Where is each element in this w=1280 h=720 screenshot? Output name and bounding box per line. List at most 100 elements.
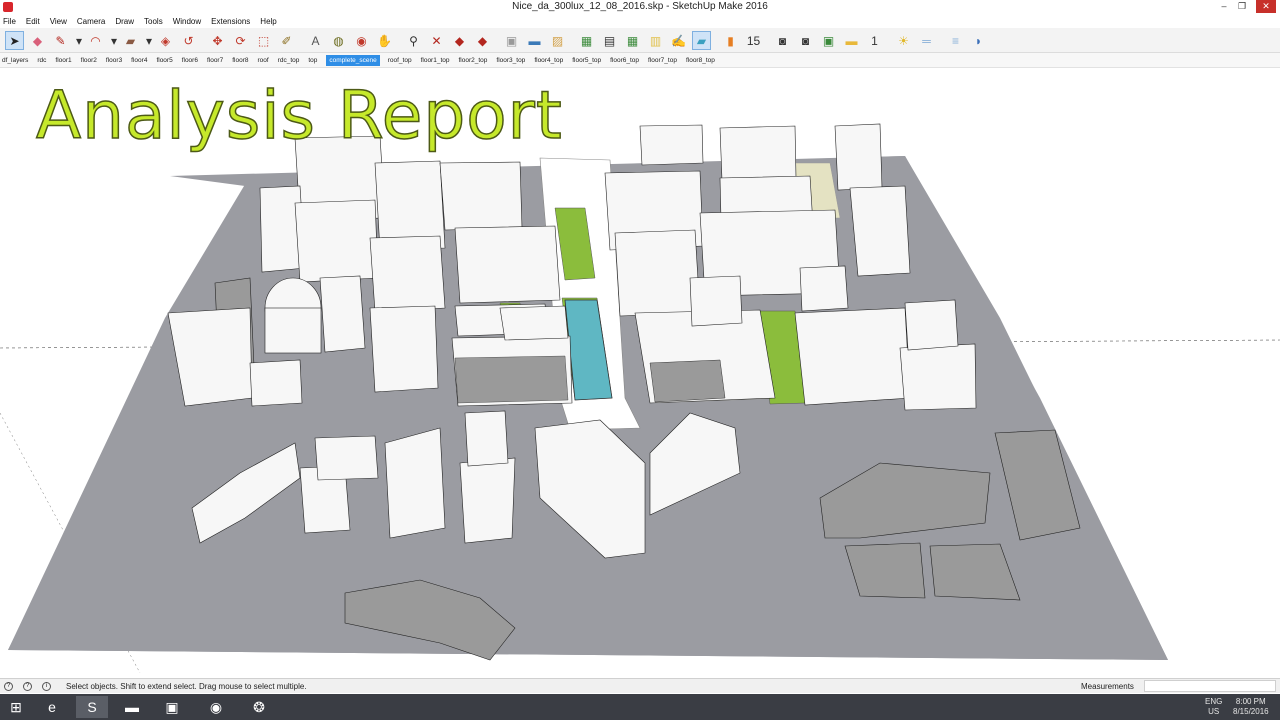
outliner-tool-icon[interactable]: ▦: [577, 31, 596, 50]
clock-time: 8:00 PM: [1235, 697, 1266, 706]
clock[interactable]: 8:00 PM 8/15/2016: [1233, 697, 1269, 717]
tag-tool-icon[interactable]: ◗: [969, 31, 988, 50]
orbit-tool-icon[interactable]: ◉: [352, 31, 371, 50]
menu-file[interactable]: File: [3, 17, 16, 26]
maximize-button[interactable]: ❐: [1233, 0, 1251, 13]
render-camera-tool-icon[interactable]: ◙: [796, 31, 815, 50]
arc-dropdown[interactable]: ▾: [109, 31, 119, 50]
grid-15-tool-icon[interactable]: 15: [744, 31, 763, 50]
region-code: US: [1208, 707, 1220, 716]
zoom-tool-icon[interactable]: ⚲: [404, 31, 423, 50]
scene-tab-floor3-top[interactable]: floor3_top: [496, 55, 525, 66]
title-bar: Nice_da_300lux_12_08_2016.skp - SketchUp…: [0, 0, 1280, 14]
scene-tab-floor2[interactable]: floor2: [81, 55, 97, 66]
scale-tool-icon[interactable]: ⬚: [254, 31, 273, 50]
scene-tab-floor6[interactable]: floor6: [182, 55, 198, 66]
scene-tab-rdc[interactable]: rdc: [37, 55, 46, 66]
scene-tab-top[interactable]: top: [308, 55, 317, 66]
layers-tool-icon[interactable]: ▤: [600, 31, 619, 50]
shadow-settings-tool-icon[interactable]: ▬: [525, 31, 544, 50]
credits-icon[interactable]: ?: [23, 682, 32, 691]
text-tool-icon[interactable]: A: [306, 31, 325, 50]
scene-tab-floor5[interactable]: floor5: [156, 55, 172, 66]
one-tool-icon[interactable]: 1: [865, 31, 884, 50]
internet-explorer-taskbar-icon[interactable]: e: [36, 696, 68, 718]
sketchup-window: Nice_da_300lux_12_08_2016.skp - SketchUp…: [0, 0, 1280, 720]
command-prompt-taskbar-icon[interactable]: ▣: [156, 696, 188, 718]
measurements-input[interactable]: [1144, 680, 1276, 692]
menu-draw[interactable]: Draw: [115, 17, 134, 26]
language-code: ENG: [1205, 697, 1223, 706]
app-icon-7-taskbar-icon[interactable]: ❂: [243, 696, 275, 718]
menu-edit[interactable]: Edit: [26, 17, 40, 26]
sketchup-taskbar-icon[interactable]: S: [76, 696, 108, 718]
minimize-button[interactable]: –: [1215, 0, 1233, 13]
arc-tool-icon[interactable]: ◠: [86, 31, 105, 50]
rectangle-tool-icon[interactable]: ▰: [121, 31, 140, 50]
folder-tool-icon[interactable]: ▬: [842, 31, 861, 50]
scene-tab-floor8[interactable]: floor8: [232, 55, 248, 66]
status-message: Select objects. Shift to extend select. …: [66, 682, 307, 691]
scene-tab-floor6-top[interactable]: floor6_top: [610, 55, 639, 66]
brush-tool-icon[interactable]: ✍: [669, 31, 688, 50]
push-pull-tool-icon[interactable]: ◈: [156, 31, 175, 50]
firefox-taskbar-icon[interactable]: ◉: [200, 696, 232, 718]
pan-tool-icon[interactable]: ✋: [375, 31, 394, 50]
file-explorer-taskbar-icon[interactable]: ▬: [116, 696, 148, 718]
window-title: Nice_da_300lux_12_08_2016.skp - SketchUp…: [512, 1, 768, 12]
close-button[interactable]: ✕: [1256, 0, 1276, 13]
menu-camera[interactable]: Camera: [77, 17, 105, 26]
section-plane-tool-icon[interactable]: ═: [917, 31, 936, 50]
scene-tab-floor4[interactable]: floor4: [131, 55, 147, 66]
scene-tab-floor5-top[interactable]: floor5_top: [572, 55, 601, 66]
eraser-tool-icon[interactable]: ◆: [28, 31, 47, 50]
menu-tools[interactable]: Tools: [144, 17, 163, 26]
scene-tab-floor8-top[interactable]: floor8_top: [686, 55, 715, 66]
city-model-drawing[interactable]: [0, 68, 1280, 678]
scene-tab-roof-top[interactable]: roof_top: [388, 55, 412, 66]
sun-tool-icon[interactable]: ☀: [894, 31, 913, 50]
scene-tab-complete-scene[interactable]: complete_scene: [326, 55, 380, 66]
materials-tool-icon[interactable]: ▨: [548, 31, 567, 50]
scene-tab-floor2-top[interactable]: floor2_top: [458, 55, 487, 66]
paint-bucket-tool-icon[interactable]: ◍: [329, 31, 348, 50]
menu-extensions[interactable]: Extensions: [211, 17, 250, 26]
export-tool-icon[interactable]: ▣: [819, 31, 838, 50]
menu-view[interactable]: View: [50, 17, 67, 26]
scene-tab-floor7-top[interactable]: floor7_top: [648, 55, 677, 66]
line-dropdown[interactable]: ▾: [74, 31, 84, 50]
scene-tab-df-layers[interactable]: df_layers: [2, 55, 28, 66]
color-scale-tool-icon[interactable]: ▮: [721, 31, 740, 50]
pencil-line-tool-icon[interactable]: ✎: [51, 31, 70, 50]
scene-tabs: df_layers rdc floor1 floor2 floor3 floor4 floo…: [0, 53, 1280, 68]
3d-viewport[interactable]: Analysis Report: [0, 68, 1280, 678]
extension-tool-icon[interactable]: ▣: [502, 31, 521, 50]
components-tool-icon[interactable]: ◆: [473, 31, 492, 50]
scene-tab-floor4-top[interactable]: floor4_top: [534, 55, 563, 66]
camera-tool-icon[interactable]: ◙: [773, 31, 792, 50]
rotate-tool-icon[interactable]: ⟳: [231, 31, 250, 50]
scene-tab-roof[interactable]: roof: [257, 55, 268, 66]
select-tool-icon[interactable]: ➤: [5, 31, 24, 50]
menu-window[interactable]: Window: [173, 17, 201, 26]
notes-tool-icon[interactable]: ▥: [646, 31, 665, 50]
scene-tab-floor1-top[interactable]: floor1_top: [421, 55, 450, 66]
geolocation-icon[interactable]: ?: [4, 682, 13, 691]
scene-tab-floor1[interactable]: floor1: [55, 55, 71, 66]
start-button-taskbar-icon[interactable]: ⊞: [0, 696, 32, 718]
false-color-tool-icon[interactable]: ▰: [692, 31, 711, 50]
section-cut-tool-icon[interactable]: ≡: [946, 31, 965, 50]
language-indicator[interactable]: ENG US: [1205, 697, 1222, 717]
scenes-tool-icon[interactable]: ▦: [623, 31, 642, 50]
menu-help[interactable]: Help: [260, 17, 276, 26]
shape-dropdown[interactable]: ▾: [144, 31, 154, 50]
warehouse-tool-icon[interactable]: ◆: [450, 31, 469, 50]
zoom-extents-tool-icon[interactable]: ✕: [427, 31, 446, 50]
user-icon[interactable]: i: [42, 682, 51, 691]
tape-measure-tool-icon[interactable]: ✐: [277, 31, 296, 50]
scene-tab-rdc-top[interactable]: rdc_top: [278, 55, 300, 66]
scene-tab-floor3[interactable]: floor3: [106, 55, 122, 66]
move-tool-icon[interactable]: ✥: [208, 31, 227, 50]
scene-tab-floor7[interactable]: floor7: [207, 55, 223, 66]
follow-me-tool-icon[interactable]: ↺: [179, 31, 198, 50]
